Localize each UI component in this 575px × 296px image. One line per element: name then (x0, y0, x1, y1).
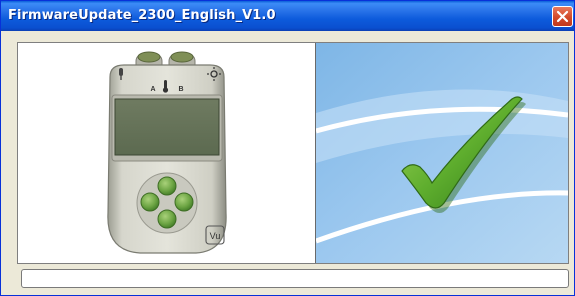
device-screen (114, 98, 220, 156)
success-illustration (316, 43, 568, 263)
content-panel: A B Vu (17, 42, 569, 264)
vu-logo-text: Vu (210, 231, 221, 241)
title-bar[interactable]: FirmwareUpdate_2300_English_V1.0 (1, 1, 574, 31)
progress-bar (21, 269, 569, 288)
device-right-button (174, 192, 194, 212)
device-left-button (140, 192, 160, 212)
close-icon (556, 10, 569, 23)
update-window: FirmwareUpdate_2300_English_V1.0 A B Vu (0, 0, 575, 296)
window-title: FirmwareUpdate_2300_English_V1.0 (8, 8, 276, 23)
device-down-button (157, 209, 177, 229)
port-a-label: A (150, 86, 155, 93)
status-panel (316, 43, 568, 263)
port-b-label: B (178, 86, 183, 93)
device-illustration: A B Vu (107, 51, 227, 254)
device-panel: A B Vu (18, 43, 315, 263)
close-button[interactable] (552, 6, 573, 27)
device-up-button (157, 176, 177, 196)
